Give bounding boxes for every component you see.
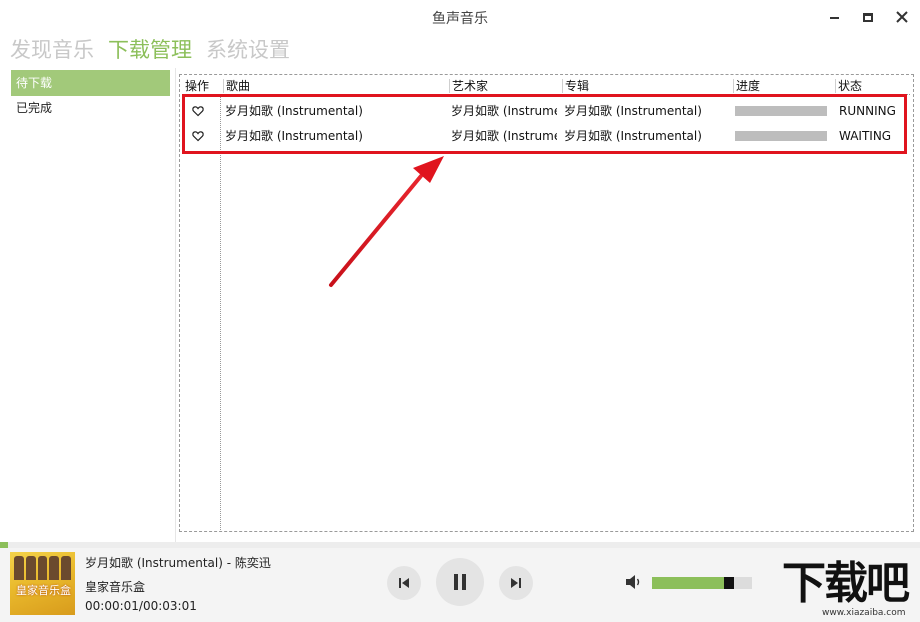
cell-song: 岁月如歌 (Instrumental) [225, 104, 363, 118]
column-header-song[interactable]: 歌曲 [223, 79, 449, 93]
watermark-logo: 下载吧 www.xiazaiba.com [782, 560, 918, 622]
cover-title: 皇家音乐盒 [16, 584, 71, 597]
maximize-button[interactable] [856, 6, 880, 28]
previous-button[interactable] [387, 566, 421, 600]
watermark-text: 下载吧 [782, 558, 910, 609]
nav-discover-music[interactable]: 发现音乐 [10, 36, 94, 66]
sidebar: 待下载 已完成 [0, 68, 176, 542]
column-header-artist[interactable]: 艺术家 [449, 79, 562, 93]
main-nav: 发现音乐 下载管理 系统设置 [10, 36, 290, 66]
minimize-button[interactable] [822, 6, 846, 28]
volume-slider[interactable] [652, 577, 752, 589]
playback-time: 00:00:01/00:03:01 [85, 599, 197, 613]
heart-icon[interactable] [192, 130, 204, 142]
volume-knob[interactable] [724, 577, 734, 589]
cover-artwork [14, 556, 71, 580]
heart-icon[interactable] [192, 105, 204, 117]
column-header-progress[interactable]: 进度 [733, 79, 835, 93]
cell-album: 岁月如歌 (Instrumental) [564, 129, 702, 143]
close-button[interactable] [890, 6, 914, 28]
volume-fill [652, 577, 724, 589]
cell-album: 岁月如歌 (Instrumental) [564, 104, 702, 118]
pause-icon [454, 574, 466, 590]
album-cover[interactable]: 皇家音乐盒 [10, 552, 75, 615]
column-header-status[interactable]: 状态 [835, 79, 910, 93]
cell-artist: 岁月如歌 (Instrumental) [451, 129, 557, 143]
minimize-icon [829, 17, 839, 19]
volume-icon[interactable] [625, 574, 643, 590]
table-row[interactable]: 岁月如歌 (Instrumental) 岁月如歌 (Instrumental) … [183, 124, 910, 148]
window-title: 鱼声音乐 [432, 11, 488, 27]
cell-song: 岁月如歌 (Instrumental) [225, 129, 363, 143]
table-header: 操作 歌曲 艺术家 专辑 进度 状态 [183, 79, 910, 93]
now-playing-album: 皇家音乐盒 [85, 580, 146, 594]
now-playing-title: 岁月如歌 (Instrumental) - 陈奕迅 [85, 556, 271, 570]
table-body [183, 94, 910, 530]
sidebar-item-completed[interactable]: 已完成 [11, 95, 170, 121]
cell-artist: 岁月如歌 (Instrumental) [451, 104, 557, 118]
column-divider [220, 95, 221, 530]
maximize-icon [863, 12, 873, 22]
download-table: 操作 歌曲 艺术家 专辑 进度 状态 岁月如歌 (Instrumental) 岁… [179, 74, 914, 532]
progress-bar [735, 106, 827, 116]
skip-next-icon [511, 578, 521, 588]
sidebar-item-pending[interactable]: 待下载 [11, 70, 170, 96]
cell-status: WAITING [839, 129, 892, 143]
watermark-url: www.xiazaiba.com [822, 608, 906, 618]
column-header-album[interactable]: 专辑 [562, 79, 733, 93]
progress-bar [735, 131, 827, 141]
cell-status: RUNNING [839, 104, 896, 118]
pause-button[interactable] [436, 558, 484, 606]
title-bar: 鱼声音乐 [0, 0, 920, 34]
nav-download-manager[interactable]: 下载管理 [108, 36, 192, 66]
close-icon [896, 11, 908, 23]
table-row[interactable]: 岁月如歌 (Instrumental) 岁月如歌 (Instrumental) … [183, 99, 910, 123]
music-app-window: 鱼声音乐 发现音乐 下载管理 系统设置 待下载 已完成 操作 歌曲 艺术家 专辑… [0, 0, 920, 622]
nav-system-settings[interactable]: 系统设置 [206, 36, 290, 66]
skip-previous-icon [399, 578, 409, 588]
column-header-action[interactable]: 操作 [183, 79, 220, 93]
next-button[interactable] [499, 566, 533, 600]
